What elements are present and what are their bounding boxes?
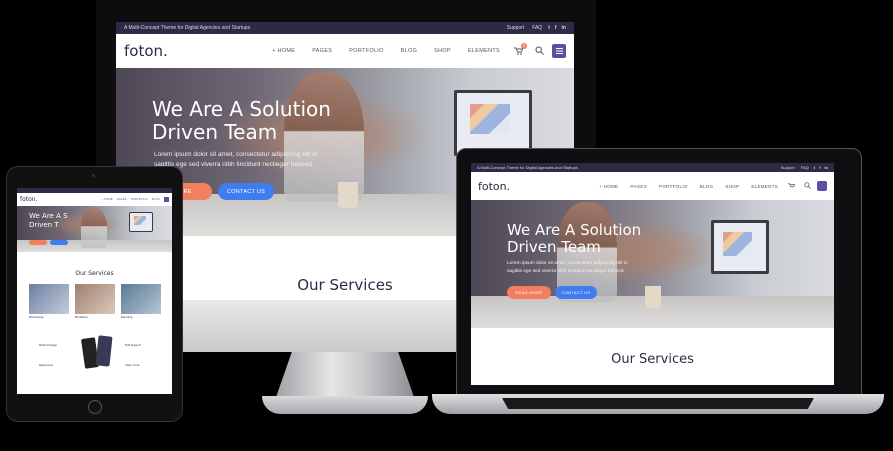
- tablet-screen: foton. + HOME PAGES PORTFOLIO BLOG We Ar…: [17, 188, 172, 394]
- laptop-menu-elements[interactable]: ELEMENTS: [751, 184, 778, 189]
- laptop-support-link[interactable]: Support: [781, 165, 795, 170]
- desktop-menu-blog[interactable]: BLOG: [401, 48, 417, 54]
- tablet-menu-blog[interactable]: BLOG: [152, 198, 160, 201]
- desktop-support-link[interactable]: Support: [507, 25, 525, 31]
- laptop-menu-blog[interactable]: BLOG: [700, 184, 714, 189]
- laptop-hero: We Are A Solution Driven Team Lorem ipsum…: [471, 200, 834, 328]
- tablet-menu-pages[interactable]: PAGES: [117, 198, 127, 201]
- desktop-navbar: foton. + HOME PAGES PORTFOLIO BLOG SHOP …: [116, 34, 574, 69]
- search-icon[interactable]: [804, 182, 811, 190]
- desktop-stand: [275, 352, 415, 400]
- laptop-faq-link[interactable]: FAQ: [801, 165, 809, 170]
- tablet-services-title: Our Services: [75, 270, 114, 277]
- desktop-menu-home[interactable]: + HOME: [272, 48, 295, 54]
- tablet-service-label-2: Marketing: [75, 316, 88, 319]
- laptop-screen: A Multi-Concept Theme for Digital Agenci…: [471, 163, 834, 385]
- laptop-keyboard-strip: [502, 398, 814, 409]
- laptop-logo[interactable]: foton.: [478, 180, 510, 193]
- tablet-service-card-3[interactable]: [121, 284, 161, 314]
- hamburger-menu-button[interactable]: [552, 44, 566, 58]
- laptop-hero-text: Lorem ipsum dolor sit amet, consectetur …: [507, 261, 628, 274]
- tablet-menu-home[interactable]: + HOME: [101, 198, 112, 201]
- desktop-hero-title: We Are A Solution Driven Team: [152, 97, 331, 144]
- laptop-tagline: A Multi-Concept Theme for Digital Agenci…: [477, 165, 578, 170]
- desktop-menu-pages[interactable]: PAGES: [312, 48, 332, 54]
- tablet-phone-image-2: [95, 335, 113, 367]
- desktop-topbar: A Multi-Concept Theme for Digital Agenci…: [116, 22, 574, 34]
- laptop-menu-home[interactable]: + HOME: [599, 184, 618, 189]
- laptop-menu-pages[interactable]: PAGES: [630, 184, 647, 189]
- tablet-service-card-1[interactable]: [29, 284, 69, 314]
- tablet-menu-button[interactable]: [164, 197, 169, 202]
- facebook-icon[interactable]: f: [819, 165, 820, 170]
- twitter-icon[interactable]: t: [814, 165, 815, 170]
- tablet-home-button: [88, 400, 102, 414]
- search-icon[interactable]: [535, 46, 544, 57]
- desktop-faq-link[interactable]: FAQ: [532, 25, 542, 31]
- desktop-menu-portfolio[interactable]: PORTFOLIO: [349, 48, 383, 54]
- cart-icon[interactable]: [788, 182, 795, 190]
- tablet-feature-3: Responsive: [39, 364, 54, 367]
- facebook-icon[interactable]: f: [555, 25, 557, 31]
- tablet-feature-1: Perfect Design: [39, 344, 58, 347]
- tablet-service-label-3: Branding: [121, 316, 133, 319]
- twitter-icon[interactable]: t: [548, 25, 550, 31]
- cart-icon[interactable]: 0: [514, 43, 527, 55]
- tablet-hero-title: We Are A S Driven T: [29, 212, 68, 229]
- tablet-feature-2: Fast Support: [125, 344, 141, 347]
- desktop-contact-button[interactable]: CONTACT US: [218, 183, 274, 200]
- tablet-camera: [92, 174, 95, 177]
- laptop-read-more-button[interactable]: READ MORE: [507, 286, 551, 299]
- tablet-service-label-1: Web Design: [29, 316, 44, 319]
- laptop-hero-title: We Are A Solution Driven Team: [507, 221, 642, 256]
- laptop-menu-shop[interactable]: SHOP: [725, 184, 739, 189]
- tablet-feature-4: Clean Code: [125, 364, 140, 367]
- tablet-menu-portfolio[interactable]: PORTFOLIO: [131, 198, 148, 201]
- tablet-contact-button[interactable]: [50, 240, 68, 245]
- desktop-stand-base: [262, 396, 428, 414]
- desktop-logo[interactable]: foton.: [124, 42, 168, 60]
- cart-count-badge: 0: [521, 43, 527, 49]
- tablet-hero: We Are A S Driven T: [17, 206, 172, 252]
- laptop-menu-portfolio[interactable]: PORTFOLIO: [659, 184, 688, 189]
- tablet-service-card-2[interactable]: [75, 284, 115, 314]
- linkedin-icon[interactable]: in: [824, 165, 828, 170]
- linkedin-icon[interactable]: in: [562, 25, 566, 31]
- desktop-tagline: A Multi-Concept Theme for Digital Agenci…: [124, 25, 251, 31]
- laptop-services-section: Our Services: [471, 328, 834, 385]
- laptop-services-title: Our Services: [611, 352, 694, 367]
- hamburger-menu-button[interactable]: [817, 181, 827, 191]
- desktop-menu-shop[interactable]: SHOP: [434, 48, 451, 54]
- laptop-contact-button[interactable]: CONTACT US: [555, 286, 597, 299]
- desktop-menu-elements[interactable]: ELEMENTS: [468, 48, 500, 54]
- desktop-hero-text: Lorem ipsum dolor sit amet, consectetur …: [154, 151, 318, 168]
- tablet-more-button[interactable]: [29, 240, 47, 245]
- tablet-logo[interactable]: foton.: [20, 196, 38, 203]
